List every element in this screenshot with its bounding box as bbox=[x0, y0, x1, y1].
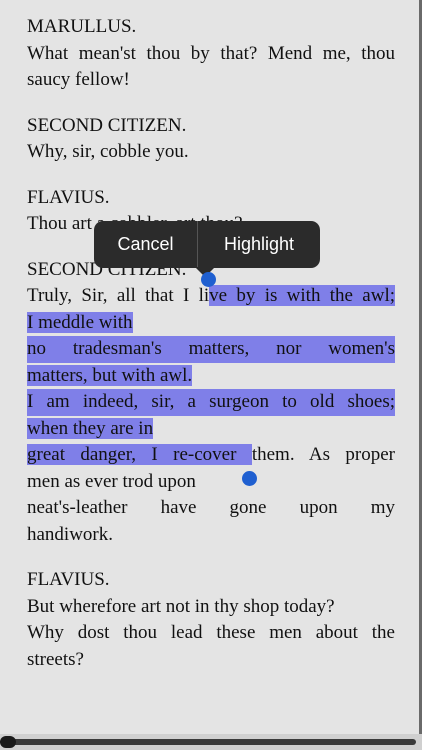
dialogue-line[interactable]: when they are in bbox=[27, 416, 395, 443]
reader-page: MARULLUS. What mean'st thou by that? Men… bbox=[27, 14, 395, 692]
page-scrubber[interactable] bbox=[0, 734, 422, 750]
selected-text[interactable]: great danger, I re-cover bbox=[27, 444, 252, 465]
selection-context-menu: Cancel Highlight bbox=[94, 221, 320, 277]
dialogue-line: Why dost thou lead these men about the bbox=[27, 622, 395, 643]
dialogue-line[interactable]: I meddle with bbox=[27, 310, 395, 337]
dialogue-line: neat's-leather have gone upon my bbox=[27, 497, 395, 518]
selected-text[interactable]: matters, but with awl. bbox=[27, 364, 193, 386]
dialogue-block-flavius-2: FLAVIUS. But wherefore art not in thy sh… bbox=[27, 567, 395, 673]
dialogue-block-marullus: MARULLUS. What mean'st thou by that? Men… bbox=[27, 14, 395, 94]
speaker-name: FLAVIUS. bbox=[27, 569, 110, 590]
selected-text[interactable]: when they are in bbox=[27, 417, 154, 439]
dialogue-line: But wherefore art not in thy shop today? bbox=[27, 595, 335, 617]
dialogue-line: Why, sir, cobble you. bbox=[27, 141, 189, 162]
cancel-button[interactable]: Cancel bbox=[94, 221, 197, 268]
unselected-text: Truly, Sir, all that I li bbox=[27, 285, 210, 306]
dialogue-line: men as ever trod upon bbox=[27, 470, 196, 492]
dialogue-line: streets? bbox=[27, 648, 84, 670]
dialogue-block-second-citizen-selected[interactable]: SECOND CITIZEN. Truly, Sir, all that I l… bbox=[27, 257, 395, 549]
dialogue-line[interactable]: Truly, Sir, all that I live by is with t… bbox=[27, 283, 395, 310]
dialogue-block-second-citizen: SECOND CITIZEN. Why, sir, cobble you. bbox=[27, 113, 395, 166]
dialogue-line: What mean'st thou by that? Mend me, thou bbox=[27, 42, 395, 64]
scrubber-track[interactable] bbox=[0, 739, 416, 745]
highlight-button[interactable]: Highlight bbox=[198, 221, 320, 268]
speaker-name: MARULLUS. bbox=[27, 16, 137, 37]
selected-text[interactable]: no tradesman's matters, nor women's bbox=[27, 336, 395, 363]
selection-start-handle[interactable] bbox=[201, 272, 216, 287]
selected-text[interactable]: ve by is with the awl; bbox=[209, 285, 395, 306]
dialogue-line: handiwork. bbox=[27, 523, 114, 545]
selected-text[interactable]: I am indeed, sir, a surgeon to old shoes… bbox=[27, 389, 395, 416]
dialogue-line[interactable]: great danger, I re-cover them. As proper bbox=[27, 442, 395, 469]
speaker-name: FLAVIUS. bbox=[27, 186, 110, 208]
speaker-name: SECOND CITIZEN. bbox=[27, 114, 187, 136]
dialogue-line: saucy fellow! bbox=[27, 69, 130, 90]
scrubber-thumb[interactable] bbox=[0, 736, 16, 748]
dialogue-line[interactable]: matters, but with awl. bbox=[27, 363, 395, 390]
selection-end-handle[interactable] bbox=[242, 471, 257, 486]
selected-text[interactable]: I meddle with bbox=[27, 311, 133, 333]
unselected-text: them. As proper bbox=[251, 444, 395, 465]
